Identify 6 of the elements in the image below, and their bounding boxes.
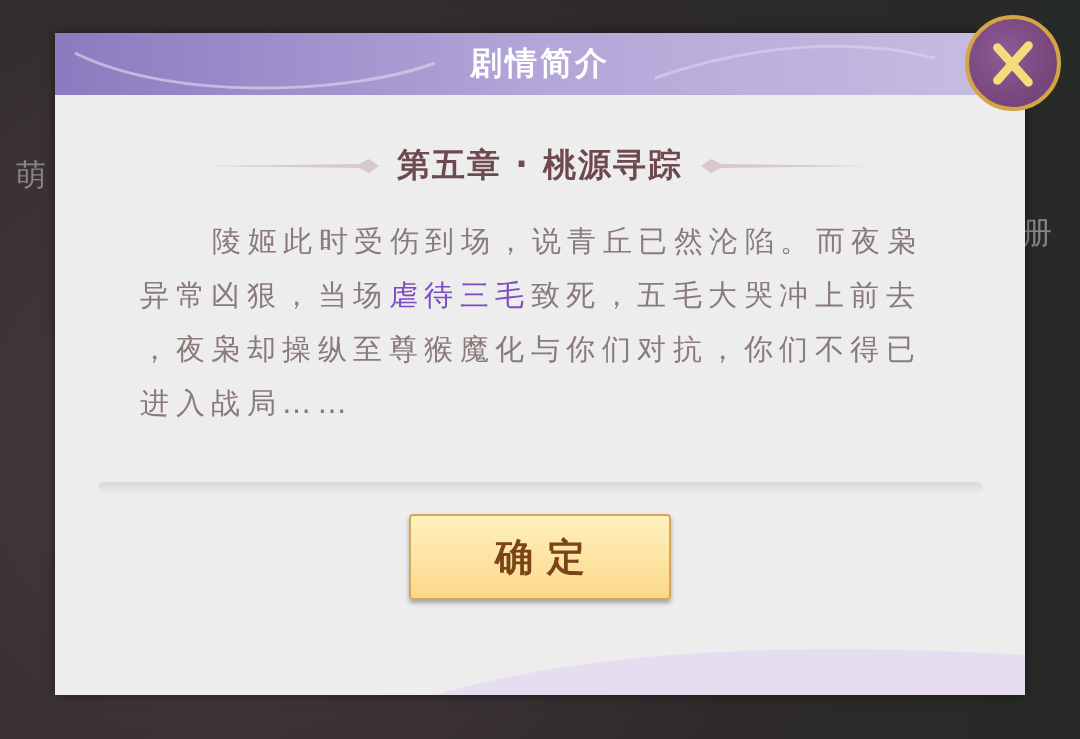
story-paragraph: 陵姬此时受伤到场，说青丘已然沦陷。而夜枭 异常凶狠，当场 虐待三毛 致死，五毛大哭冲上前去 ，夜枭却操纵至尊猴魔化与你们对抗，你们不得已 进入战局…… — [140, 223, 923, 422]
dialog-title: 剧情简介 — [470, 43, 610, 84]
background-label: 萌 — [16, 156, 46, 194]
background-label: 册 — [1022, 214, 1052, 252]
confirm-button[interactable]: 确 定 — [409, 514, 671, 600]
chapter-title: 第五章 · 桃源寻踪 — [396, 144, 684, 186]
